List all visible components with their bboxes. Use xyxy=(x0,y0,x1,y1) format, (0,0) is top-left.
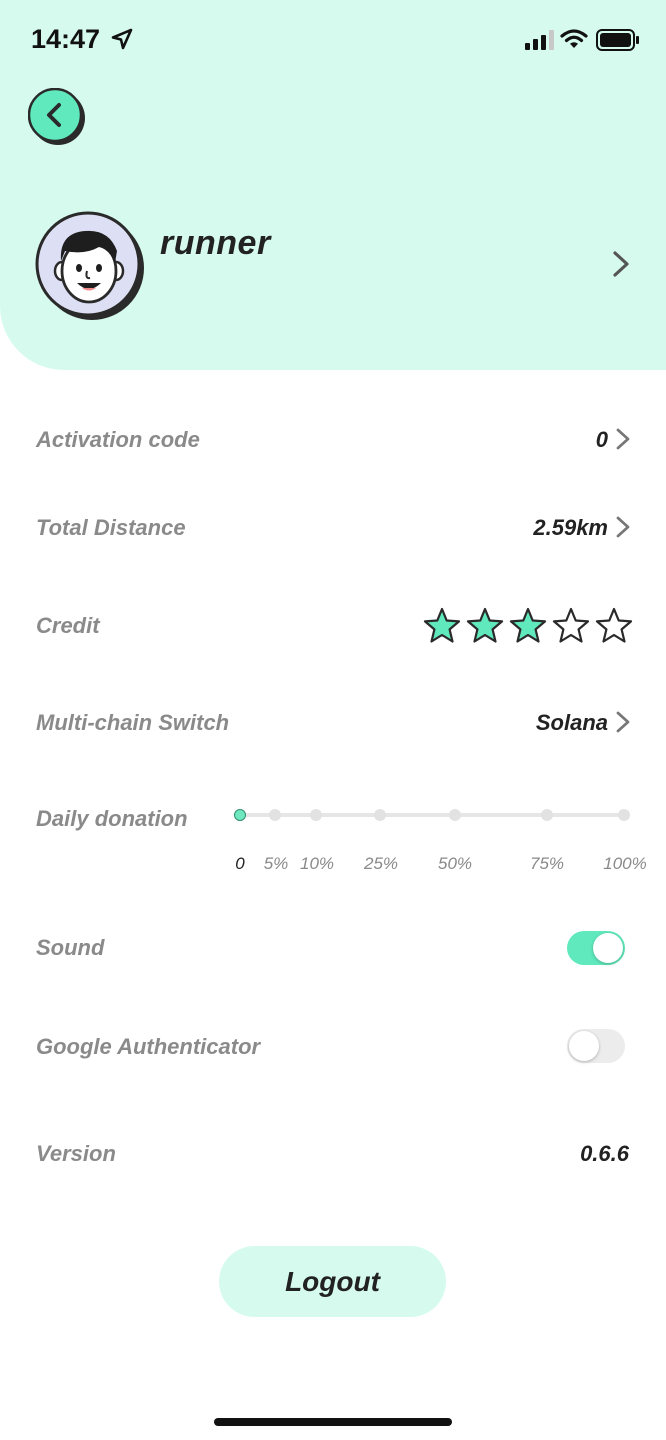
donation-tick-label: 25% xyxy=(363,854,399,873)
slider-step[interactable] xyxy=(618,809,630,821)
star-filled-icon xyxy=(509,607,547,643)
version-label: Version xyxy=(36,1141,116,1166)
donation-tick-label: 10% xyxy=(299,854,335,873)
username: runner xyxy=(160,224,271,262)
daily-donation-label: Daily donation xyxy=(36,806,188,831)
donation-tick-label: 5% xyxy=(263,854,289,873)
credit-rating xyxy=(423,607,633,647)
star-filled-icon xyxy=(466,607,504,643)
google-authenticator-toggle[interactable] xyxy=(567,1029,625,1063)
donation-tick-label: 50% xyxy=(437,854,473,873)
total-distance-label: Total Distance xyxy=(36,515,186,540)
donation-tick-label: 0 xyxy=(235,854,245,873)
chevron-left-icon xyxy=(27,87,85,145)
slider-step[interactable] xyxy=(541,809,553,821)
chevron-right-icon[interactable] xyxy=(610,250,632,278)
activation-code-label: Activation code xyxy=(36,427,200,452)
chevron-right-icon xyxy=(616,428,630,450)
logout-button[interactable]: Logout xyxy=(219,1246,446,1317)
wifi-icon xyxy=(560,29,588,48)
star-empty-icon xyxy=(595,607,633,643)
credit-label: Credit xyxy=(36,613,100,638)
home-indicator xyxy=(214,1418,452,1426)
slider-step[interactable] xyxy=(449,809,461,821)
location-arrow-icon xyxy=(111,28,133,50)
total-distance-value: 2.59km xyxy=(533,515,608,540)
slider-step[interactable] xyxy=(310,809,322,821)
toggle-knob xyxy=(569,1031,599,1061)
donation-tick-label: 75% xyxy=(529,854,565,873)
sound-label: Sound xyxy=(36,935,105,960)
multi-chain-value: Solana xyxy=(535,710,608,735)
donation-tick-label: 100% xyxy=(603,854,647,873)
star-filled-icon xyxy=(423,607,461,643)
version-value: 0.6.6 xyxy=(580,1141,629,1166)
sound-toggle[interactable] xyxy=(567,931,625,965)
status-bar: 14:47 xyxy=(0,0,666,80)
avatar-face-icon xyxy=(35,211,144,320)
status-time: 14:47 xyxy=(31,24,101,54)
daily-donation-slider[interactable] xyxy=(230,800,640,840)
multi-chain-switch-label: Multi-chain Switch xyxy=(36,710,230,735)
slider-track xyxy=(238,813,628,817)
slider-thumb[interactable] xyxy=(234,809,246,821)
slider-step[interactable] xyxy=(374,809,386,821)
toggle-knob xyxy=(593,933,623,963)
chevron-right-icon xyxy=(616,516,630,538)
google-authenticator-label: Google Authenticator xyxy=(36,1034,261,1059)
battery-icon xyxy=(596,29,639,51)
back-button[interactable] xyxy=(27,87,85,145)
cellular-signal-icon xyxy=(525,30,554,50)
chevron-right-icon xyxy=(616,711,630,733)
avatar[interactable] xyxy=(35,211,145,321)
star-empty-icon xyxy=(552,607,590,643)
activation-code-value: 0 xyxy=(595,427,608,452)
slider-step[interactable] xyxy=(269,809,281,821)
